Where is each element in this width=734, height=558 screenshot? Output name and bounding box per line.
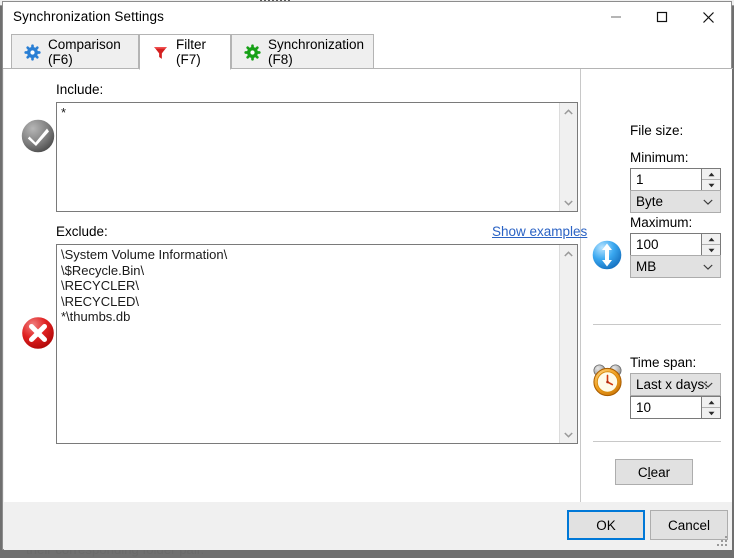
include-scrollbar[interactable] <box>559 103 577 211</box>
resize-grip-icon[interactable] <box>717 536 728 547</box>
tab-synchronization[interactable]: Synchronization (F8) <box>231 34 374 69</box>
title-bar: Synchronization Settings <box>3 2 731 32</box>
minimum-size-spin-buttons[interactable] <box>701 169 720 190</box>
exclude-textarea[interactable]: \System Volume Information\ \$Recycle.Bi… <box>56 244 578 444</box>
maximum-size-stepper[interactable]: 100 <box>630 233 721 256</box>
exclude-scrollbar[interactable] <box>559 245 577 443</box>
clear-button-label: Clear <box>638 465 670 480</box>
spin-up-icon[interactable] <box>702 397 720 408</box>
maximize-button[interactable] <box>639 2 685 32</box>
close-icon <box>702 11 715 24</box>
filter-panel: Include: * <box>4 69 732 502</box>
ok-button-label: OK <box>596 518 616 533</box>
chevron-down-icon <box>703 256 713 277</box>
show-examples-link[interactable]: Show examples <box>492 224 587 239</box>
tab-filter-label: Filter (F7) <box>176 37 218 67</box>
tab-comparison[interactable]: Comparison (F6) <box>11 34 139 69</box>
minimum-label: Minimum: <box>630 150 689 165</box>
minimum-unit-select[interactable]: Byte <box>630 190 721 213</box>
include-textarea[interactable]: * <box>56 102 578 212</box>
blue-updown-arrows-icon <box>590 238 624 272</box>
maximum-size-spin-buttons[interactable] <box>701 234 720 255</box>
spin-down-icon[interactable] <box>702 180 720 190</box>
tab-synchronization-label: Synchronization (F8) <box>268 37 364 67</box>
include-text: * <box>61 105 559 121</box>
synchronization-settings-dialog: Synchronization Settings <box>2 1 732 550</box>
maximum-label: Maximum: <box>630 215 692 230</box>
time-span-mode-value: Last x days: <box>631 377 708 392</box>
window-controls <box>593 2 731 32</box>
close-button[interactable] <box>685 2 731 32</box>
tab-filter[interactable]: Filter (F7) <box>139 34 231 70</box>
panel-divider-bottom <box>593 441 721 442</box>
maximize-icon <box>656 11 668 23</box>
screen: Synchronization Settings <box>0 0 734 551</box>
maximum-unit-value: MB <box>631 259 656 274</box>
scroll-up-icon[interactable] <box>560 245 577 262</box>
spin-up-icon[interactable] <box>702 169 720 180</box>
time-span-label: Time span: <box>630 355 696 370</box>
time-span-days-value: 10 <box>631 400 651 415</box>
minimum-size-value: 1 <box>631 172 644 187</box>
include-label: Include: <box>56 82 103 97</box>
maximum-unit-select[interactable]: MB <box>630 255 721 278</box>
ok-button[interactable]: OK <box>567 510 645 540</box>
spin-down-icon[interactable] <box>702 408 720 418</box>
spin-down-icon[interactable] <box>702 245 720 255</box>
scroll-down-icon[interactable] <box>560 426 577 443</box>
maximum-size-value: 100 <box>631 237 659 252</box>
file-size-label: File size: <box>630 123 683 138</box>
exclude-text: \System Volume Information\ \$Recycle.Bi… <box>61 247 559 325</box>
red-funnel-icon <box>152 44 169 61</box>
minimum-unit-value: Byte <box>631 194 663 209</box>
clear-button[interactable]: Clear <box>615 459 693 485</box>
minimize-icon <box>610 11 622 23</box>
panel-vertical-divider <box>580 69 581 502</box>
alarm-clock-icon <box>589 361 627 399</box>
time-span-days-stepper[interactable]: 10 <box>630 396 721 419</box>
window-title: Synchronization Settings <box>13 9 164 24</box>
tab-comparison-label: Comparison (F6) <box>48 37 126 67</box>
green-gear-icon <box>244 44 261 61</box>
dialog-footer: OK Cancel <box>4 502 732 550</box>
minimum-size-stepper[interactable]: 1 <box>630 168 721 191</box>
panel-divider-top <box>593 324 721 325</box>
chevron-down-icon <box>703 374 713 395</box>
scroll-down-icon[interactable] <box>560 194 577 211</box>
time-span-spin-buttons[interactable] <box>701 397 720 418</box>
chevron-down-icon <box>703 191 713 212</box>
time-span-mode-select[interactable]: Last x days: <box>630 373 721 396</box>
cancel-button-label: Cancel <box>668 518 710 533</box>
scroll-up-icon[interactable] <box>560 103 577 120</box>
tab-strip: Comparison (F6) Filter (F7) <box>3 32 731 69</box>
grey-checkmark-icon <box>19 117 57 155</box>
exclude-label: Exclude: <box>56 224 108 239</box>
minimize-button[interactable] <box>593 2 639 32</box>
blue-gear-icon <box>24 44 41 61</box>
red-cross-icon <box>19 314 57 352</box>
spin-up-icon[interactable] <box>702 234 720 245</box>
